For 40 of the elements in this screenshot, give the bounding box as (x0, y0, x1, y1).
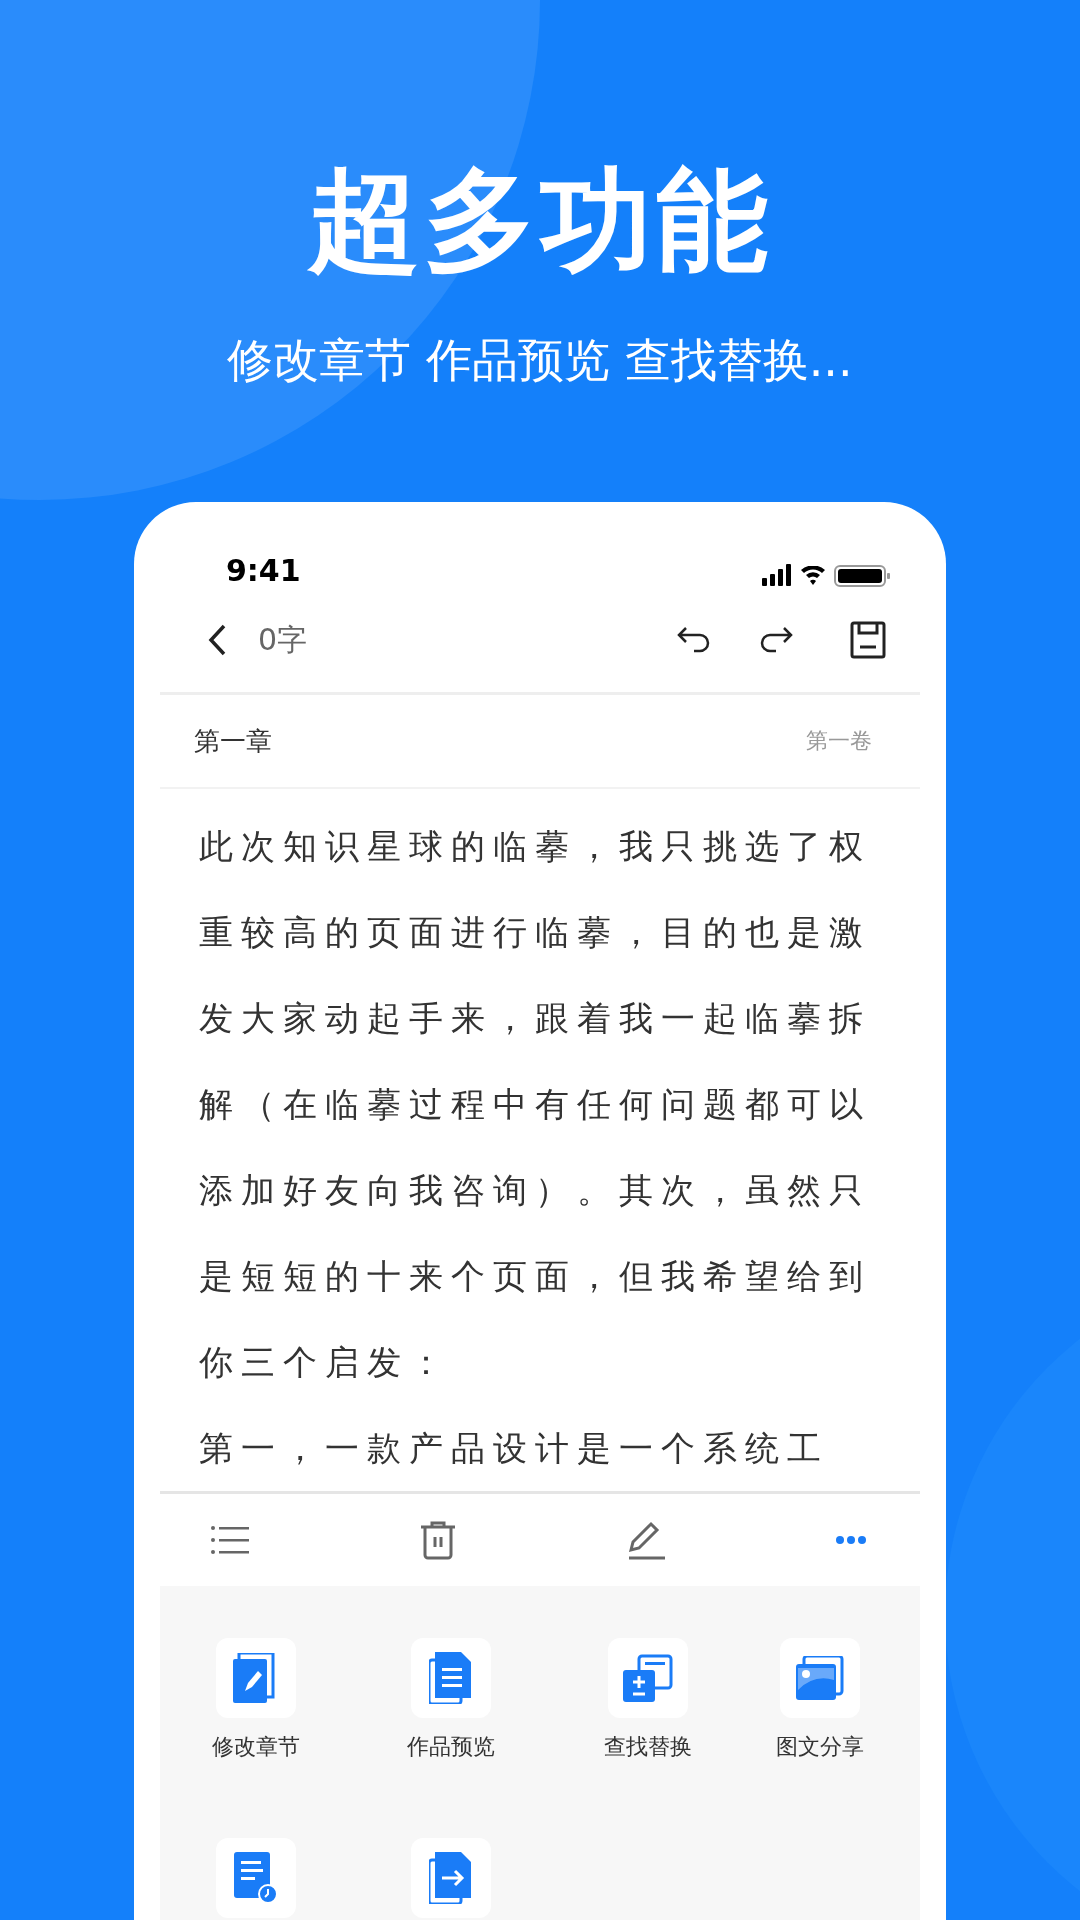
word-count: 0字 (258, 620, 309, 659)
body-text: 发大家动起手来，跟着我一起临摹拆 (199, 998, 871, 1038)
signal-icon (762, 564, 792, 588)
body-text: 是短短的十来个页面，但我希望给到 (199, 1256, 871, 1296)
back-icon (206, 623, 228, 657)
pencil-icon (626, 1520, 667, 1560)
tool-tile-button[interactable] (410, 1638, 491, 1718)
headline: 超多功能 (308, 154, 772, 287)
chapter-title: 第一章 (194, 724, 272, 758)
body-text: 你三个启发： (199, 1342, 451, 1382)
tool-tile-button[interactable] (216, 1838, 296, 1918)
body-text: 第一，一款产品设计是一个系统工 (199, 1428, 829, 1468)
export-document-icon (428, 1852, 473, 1904)
body-text: 添加好友向我咨询）。其次，虽然只 (199, 1170, 871, 1210)
battery-icon (834, 565, 890, 587)
tool-tile-button[interactable] (607, 1638, 688, 1718)
image-icon (796, 1656, 844, 1700)
tool-label: 修改章节 (212, 1733, 300, 1761)
tool-tile-button[interactable] (780, 1638, 860, 1718)
find-replace-icon (622, 1654, 673, 1702)
wifi-icon (800, 566, 826, 586)
tool-label: 图文分享 (776, 1733, 864, 1761)
body-text: 重较高的页面进行临摹，目的也是激 (199, 912, 871, 952)
tool-label: 查找替换 (603, 1733, 692, 1761)
trash-icon (419, 1520, 458, 1560)
tool-tile-button[interactable] (410, 1838, 491, 1918)
subtitle: 修改章节 作品预览 查找替换... (227, 332, 853, 389)
tool-label: 作品预览 (406, 1733, 495, 1761)
document-clock-icon (234, 1852, 278, 1904)
undo-icon (676, 625, 712, 655)
redo-icon (758, 625, 794, 655)
tool-tile-button[interactable] (216, 1638, 296, 1718)
save-icon (850, 621, 886, 659)
documents-icon (428, 1652, 473, 1704)
list-icon (210, 1524, 250, 1556)
volume-label: 第一卷 (806, 727, 872, 755)
status-time: 9:41 (226, 553, 301, 588)
body-text: 此次知识星球的临摹，我只挑选了权 (199, 826, 871, 866)
body-text: 解（在临摹过程中有任何问题都可以 (199, 1084, 871, 1124)
more-icon (836, 1535, 866, 1545)
